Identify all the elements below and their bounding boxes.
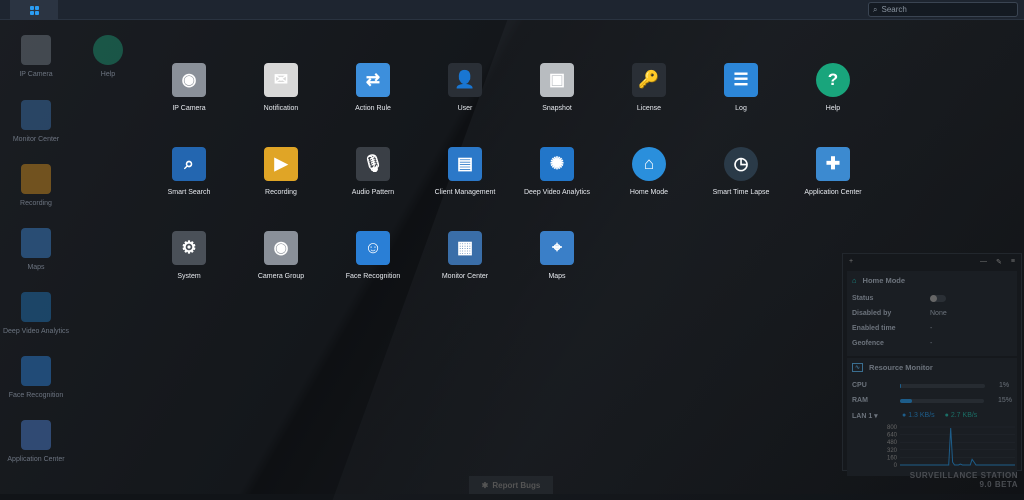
search-icon: ⌕ <box>873 4 878 14</box>
y-tick-label: 160 <box>887 455 898 461</box>
app-action-rule[interactable]: ⇄ Action Rule <box>327 63 419 112</box>
desktop-shortcut[interactable]: Monitor Center <box>0 100 72 143</box>
status-toggle[interactable] <box>930 295 946 302</box>
app-icon: 🎙 <box>356 147 390 181</box>
home-mode-row: Status <box>852 291 1012 306</box>
app-icon <box>21 356 51 386</box>
app-icon: ▤ <box>448 147 482 181</box>
app-icon <box>21 420 51 450</box>
app-icon: ⇄ <box>356 63 390 97</box>
app-system[interactable]: ⚙ System <box>143 231 235 280</box>
app-user[interactable]: 👤 User <box>419 63 511 112</box>
app-maps[interactable]: ⌖ Maps <box>511 231 603 280</box>
desktop-shortcut[interactable]: IP Camera <box>0 35 72 78</box>
app-license[interactable]: 🔑 License <box>603 63 695 112</box>
app-icon: ? <box>816 63 850 97</box>
app-icon: ☺ <box>356 231 390 265</box>
grid-icon <box>29 5 39 15</box>
minimize-icon[interactable]: — <box>980 258 987 265</box>
desktop-shortcut[interactable]: Help <box>72 35 144 78</box>
app-icon: ⌂ <box>632 147 666 181</box>
brand-logo: SURVEILLANCE STATION 9.0 BETA <box>909 471 1018 489</box>
app-icon: ✺ <box>540 147 574 181</box>
app-icon: ⌖ <box>540 231 574 265</box>
app-icon <box>21 164 51 194</box>
desktop-shortcut[interactable]: Maps <box>0 228 72 271</box>
app-icon: ▦ <box>448 231 482 265</box>
bug-icon: ✱ <box>481 480 489 490</box>
desktop-shortcut[interactable]: Recording <box>0 164 72 207</box>
app-deep-video-analytics[interactable]: ✺ Deep Video Analytics <box>511 147 603 196</box>
app-icon <box>93 35 123 65</box>
network-series-line <box>900 427 1015 466</box>
main-menu-button[interactable] <box>10 0 58 20</box>
widget-menu-icon[interactable]: ≡ <box>1011 258 1015 265</box>
app-icon <box>21 228 51 258</box>
home-mode-widget: ⌂ Home Mode Status Disabled by None Enabled … <box>847 271 1017 356</box>
app-help[interactable]: ? Help <box>787 63 879 112</box>
app-monitor-center[interactable]: ▦ Monitor Center <box>419 231 511 280</box>
app-icon <box>21 100 51 130</box>
y-tick-label: 480 <box>887 440 898 446</box>
resource-monitor-widget: ∿ Resource Monitor CPU 1% RAM 15% LAN 1 ▾ ● … <box>847 358 1017 476</box>
app-icon <box>21 35 51 65</box>
lan-select[interactable]: LAN 1 ▾ <box>852 412 902 420</box>
app-icon: ✉ <box>264 63 298 97</box>
app-smart-search[interactable]: ⌕ Smart Search <box>143 147 235 196</box>
app-camera-group[interactable]: ◉ Camera Group <box>235 231 327 280</box>
app-icon: ⌕ <box>172 147 206 181</box>
y-tick-label: 320 <box>887 448 898 454</box>
desktop-shortcut[interactable]: Application Center <box>0 420 72 463</box>
home-mode-icon: ⌂ <box>852 276 857 285</box>
app-icon: ◷ <box>724 147 758 181</box>
app-log[interactable]: ☰ Log <box>695 63 787 112</box>
app-icon: ▣ <box>540 63 574 97</box>
home-mode-row: Disabled by None <box>852 310 947 317</box>
app-icon: ⚙ <box>172 231 206 265</box>
app-notification[interactable]: ✉ Notification <box>235 63 327 112</box>
app-icon: ◉ <box>264 231 298 265</box>
monitor-icon: ∿ <box>852 363 864 372</box>
app-home-mode[interactable]: ⌂ Home Mode <box>603 147 695 196</box>
home-mode-row: Enabled time - <box>852 325 933 332</box>
app-icon: ▶ <box>264 147 298 181</box>
desktop-shortcut[interactable]: Face Recognition <box>0 356 72 399</box>
cpu-bar <box>900 383 985 388</box>
app-application-center[interactable]: ✚ Application Center <box>787 147 879 196</box>
app-icon <box>21 292 51 322</box>
report-bugs-button[interactable]: ✱ Report Bugs <box>469 476 553 494</box>
desktop-shortcut[interactable]: Deep Video Analytics <box>0 292 72 335</box>
app-face-recognition[interactable]: ☺ Face Recognition <box>327 231 419 280</box>
y-tick-label: 0 <box>894 463 898 469</box>
app-icon: ✚ <box>816 147 850 181</box>
app-smart-time-lapse[interactable]: ◷ Smart Time Lapse <box>695 147 787 196</box>
app-audio-pattern[interactable]: 🎙 Audio Pattern <box>327 147 419 196</box>
taskbar: ⌕ Search <box>0 0 1024 20</box>
app-client-management[interactable]: ▤ Client Management <box>419 147 511 196</box>
app-icon: 👤 <box>448 63 482 97</box>
app-recording[interactable]: ▶ Recording <box>235 147 327 196</box>
ram-bar <box>899 398 984 403</box>
search-input[interactable]: ⌕ Search <box>868 2 1018 17</box>
y-tick-label: 800 <box>887 425 898 431</box>
app-icon: ☰ <box>724 63 758 97</box>
home-mode-row: Geofence - <box>852 340 933 347</box>
widget-panel: + — ✎ ≡ ⌂ Home Mode Status Disabled by None… <box>842 253 1022 476</box>
network-chart: 800 640480 320160 0 <box>887 425 1015 469</box>
add-widget-icon[interactable]: + <box>849 258 853 265</box>
y-tick-label: 640 <box>887 433 898 439</box>
app-ip-camera[interactable]: ◉ IP Camera <box>143 63 235 112</box>
pin-icon[interactable]: ✎ <box>996 258 1002 266</box>
app-icon: ◉ <box>172 63 206 97</box>
app-icon: 🔑 <box>632 63 666 97</box>
app-snapshot[interactable]: ▣ Snapshot <box>511 63 603 112</box>
